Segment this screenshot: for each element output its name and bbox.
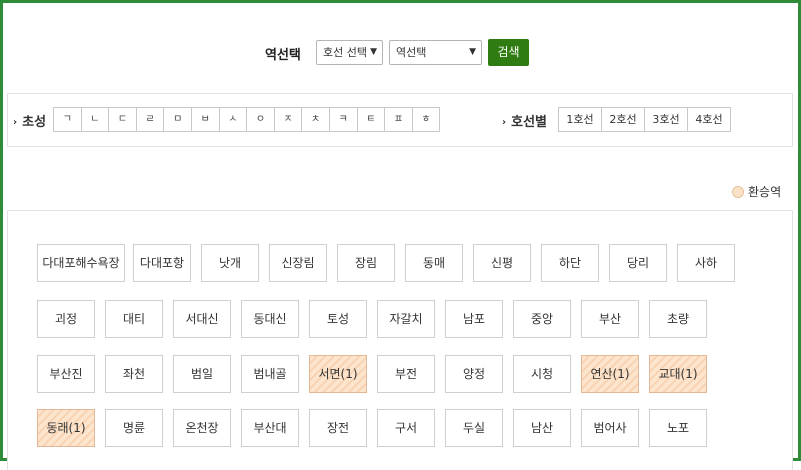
choseong-button[interactable]: ㅂ [190,107,220,132]
station-button[interactable]: 당리 [609,244,667,282]
choseong-button[interactable]: ㅍ [384,107,413,132]
station-row: 부산진 좌천 범일 범내골 서면(1) 부전 양정 시청 연산(1) 교대(1) [37,355,717,393]
transfer-legend: 환승역 [732,183,781,200]
station-button[interactable]: 부산대 [241,409,299,447]
transfer-station-button[interactable]: 서면(1) [309,355,367,393]
station-button[interactable]: 좌천 [105,355,163,393]
search-button[interactable]: 검색 [488,39,529,66]
station-button[interactable]: 신평 [473,244,531,282]
station-button[interactable]: 남포 [445,300,503,338]
station-button[interactable]: 명륜 [105,409,163,447]
station-button[interactable]: 장전 [309,409,367,447]
choseong-button[interactable]: ㄱ [53,107,82,132]
station-select[interactable]: 역선택 ▼ [389,40,482,65]
station-row: 동래(1) 명륜 온천장 부산대 장전 구서 두실 남산 범어사 노포 [37,409,717,447]
station-button[interactable]: 다대포해수욕장 [37,244,125,282]
station-select-value: 역선택 [396,46,427,59]
station-button[interactable]: 남산 [513,409,571,447]
station-button[interactable]: 서대신 [173,300,231,338]
station-button[interactable]: 토성 [309,300,367,338]
station-list-panel: 다대포해수욕장 다대포항 낫개 신장림 장림 동매 신평 하단 당리 사하괴정 대티 서대신 동대신 토성… [7,210,793,470]
station-button[interactable]: 두실 [445,409,503,447]
choseong-button-group: ㄱㄴㄷㄹㅁㅂㅅㅇㅈㅊㅋㅌㅍㅎ [53,107,441,132]
station-button[interactable]: 노포 [649,409,707,447]
line-select[interactable]: 호선 선택 ▼ [316,40,383,65]
choseong-button[interactable]: ㄴ [80,107,110,132]
station-button[interactable]: 동매 [405,244,463,282]
transfer-dot-icon [732,185,744,198]
station-button[interactable]: 부산진 [37,355,95,393]
choseong-button[interactable]: ㄹ [135,107,165,132]
line-button[interactable]: 3호선 [644,107,688,132]
line-button[interactable]: 4호선 [687,107,731,132]
page-frame: 역선택 호선 선택 ▼ 역선택 ▼ 검색 › 초성 ㄱㄴㄷㄹㅁㅂㅅㅇㅈㅊㅋㅌㅍㅎ … [0,0,801,470]
transfer-legend-label: 환승역 [748,185,782,199]
line-button[interactable]: 1호선 [558,107,602,132]
transfer-station-button[interactable]: 교대(1) [649,355,707,393]
choseong-button[interactable]: ㅇ [246,107,275,132]
station-button[interactable]: 중앙 [513,300,571,338]
station-button[interactable]: 다대포항 [133,244,191,282]
station-button[interactable]: 낫개 [201,244,259,282]
station-row: 괴정 대티 서대신 동대신 토성 자갈치 남포 중앙 부산 초량 [37,300,717,338]
station-button[interactable]: 범일 [173,355,231,393]
line-button[interactable]: 2호선 [601,107,645,132]
filter-panel: › 초성 ㄱㄴㄷㄹㅁㅂㅅㅇㅈㅊㅋㅌㅍㅎ › 호선별 1호선 2호선 3호선 4호선 [7,93,793,147]
station-button[interactable]: 범어사 [581,409,639,447]
chevron-right-icon: › [13,117,18,128]
station-button[interactable]: 시청 [513,355,571,393]
choseong-button[interactable]: ㅈ [273,107,303,132]
choseong-button[interactable]: ㅋ [328,107,358,132]
chevron-down-icon: ▼ [469,47,476,57]
chevron-right-icon: › [502,117,507,128]
station-button[interactable]: 자갈치 [377,300,435,338]
station-button[interactable]: 부산 [581,300,639,338]
station-button[interactable]: 범내골 [241,355,299,393]
chevron-down-icon: ▼ [370,47,377,57]
line-filter-label: › 호선별 [502,115,548,130]
station-button[interactable]: 온천장 [173,409,231,447]
station-button[interactable]: 구서 [377,409,435,447]
station-button[interactable]: 동대신 [241,300,299,338]
station-button[interactable]: 부전 [377,355,435,393]
station-button[interactable]: 하단 [541,244,599,282]
choseong-filter-label: › 초성 [13,115,47,130]
station-row: 다대포해수욕장 다대포항 낫개 신장림 장림 동매 신평 하단 당리 사하 [37,244,745,282]
station-button[interactable]: 초량 [649,300,707,338]
transfer-station-button[interactable]: 연산(1) [581,355,639,393]
station-button[interactable]: 양정 [445,355,503,393]
station-button[interactable]: 신장림 [269,244,327,282]
choseong-button[interactable]: ㅅ [218,107,248,132]
choseong-button[interactable]: ㄷ [108,107,137,132]
station-button[interactable]: 대티 [105,300,163,338]
choseong-button[interactable]: ㅁ [163,107,192,132]
search-label: 역선택 [265,48,301,63]
station-button[interactable]: 괴정 [37,300,95,338]
line-select-value: 호선 선택 [323,46,367,59]
line-button-group: 1호선 2호선 3호선 4호선 [558,107,731,132]
choseong-button[interactable]: ㅊ [301,107,330,132]
station-button[interactable]: 장림 [337,244,395,282]
choseong-button[interactable]: ㅌ [356,107,386,132]
transfer-station-button[interactable]: 동래(1) [37,409,95,447]
station-button[interactable]: 사하 [677,244,735,282]
choseong-button[interactable]: ㅎ [411,107,441,132]
station-search-bar: 역선택 호선 선택 ▼ 역선택 ▼ 검색 [3,39,798,67]
